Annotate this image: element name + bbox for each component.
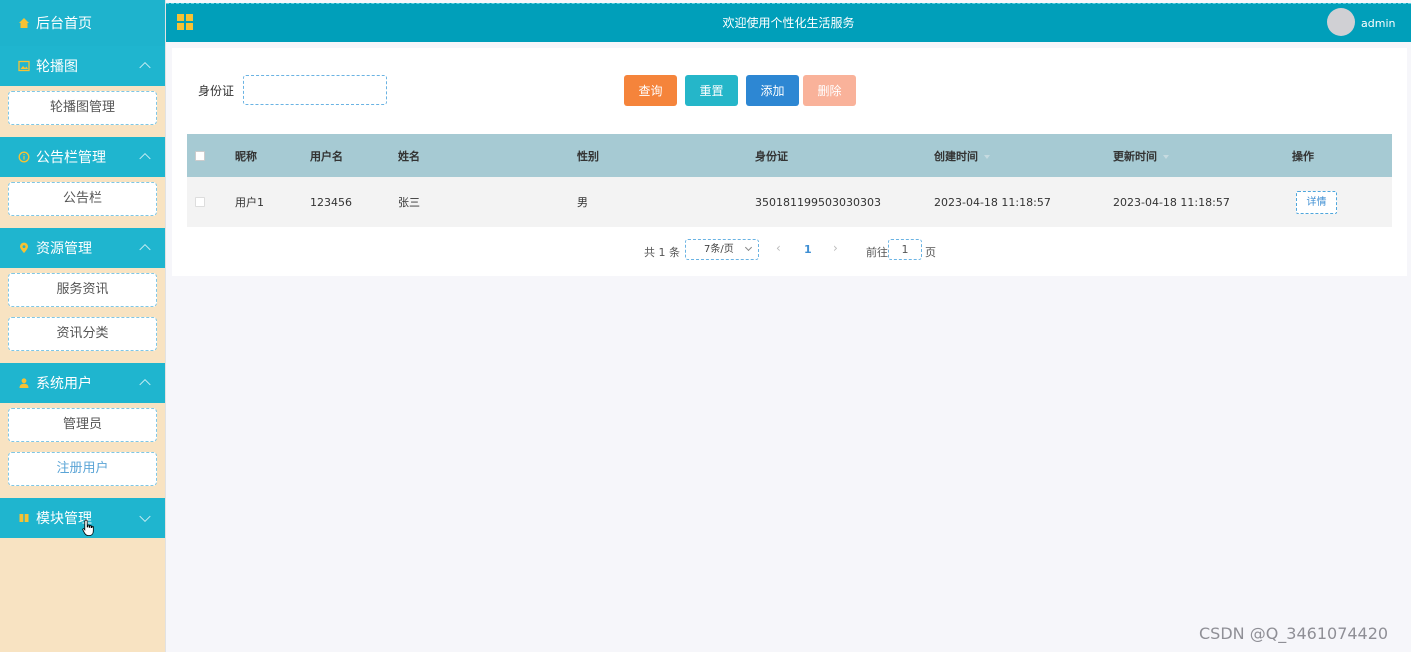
- sidebar-item-notice[interactable]: 公告栏: [8, 182, 157, 216]
- sidebar-submenu: 公告栏: [0, 177, 165, 228]
- sidebar-group-notice[interactable]: 公告栏管理: [0, 137, 165, 177]
- idcard-search-label: 身份证: [198, 84, 235, 98]
- page-size-select[interactable]: 7条/页: [685, 239, 759, 260]
- sidebar-submenu: 服务资讯 资讯分类: [0, 268, 165, 363]
- goto-page-input[interactable]: 1: [888, 239, 922, 260]
- select-all-checkbox[interactable]: [195, 150, 205, 161]
- sidebar-group-banner[interactable]: 轮播图: [0, 46, 165, 86]
- pagination-total: 共 1 条: [644, 246, 680, 259]
- column-header-created[interactable]: 创建时间: [934, 148, 990, 164]
- add-button[interactable]: 添加: [746, 75, 799, 106]
- sidebar-item-label: 后台首页: [36, 16, 92, 32]
- prev-page-icon[interactable]: ‹: [776, 241, 781, 255]
- column-header: 用户名: [310, 149, 343, 163]
- sort-icon[interactable]: [1163, 154, 1169, 159]
- home-icon: [19, 18, 29, 28]
- page-unit-label: 页: [925, 246, 936, 259]
- chevron-up-icon: [139, 243, 151, 256]
- reset-button[interactable]: 重置: [685, 75, 738, 106]
- table-row: 用户1 123456 张三 男 350181199503030303 2023-…: [187, 177, 1392, 227]
- table-header: 昵称 用户名 姓名 性别 身份证 创建时间 更新时间 操作: [187, 134, 1392, 177]
- sidebar-group-label: 公告栏管理: [36, 150, 106, 166]
- idcard-search-input[interactable]: [243, 75, 387, 105]
- cell-gender: 男: [577, 196, 588, 209]
- sidebar-group-system-user[interactable]: 系统用户: [0, 363, 165, 403]
- sidebar-item-service-news[interactable]: 服务资讯: [8, 273, 157, 307]
- content-panel: 身份证 查询 重置 添加 删除 昵称 用户名 姓名 性别 身份证 创建时间 更新…: [172, 48, 1407, 276]
- watermark: CSDN @Q_3461074420: [1199, 624, 1389, 643]
- row-checkbox[interactable]: [195, 197, 205, 207]
- sidebar-item-home[interactable]: 后台首页: [0, 0, 165, 46]
- cell-username: 123456: [310, 195, 352, 209]
- header-title: 欢迎使用个性化生活服务: [722, 16, 855, 30]
- cell-name: 张三: [398, 196, 420, 209]
- sort-icon[interactable]: [984, 154, 990, 159]
- avatar[interactable]: [1327, 8, 1355, 36]
- sidebar-item-news-category[interactable]: 资讯分类: [8, 317, 157, 351]
- column-header: 姓名: [398, 149, 420, 163]
- query-button[interactable]: 查询: [624, 75, 677, 106]
- module-icon: [19, 514, 29, 522]
- sidebar-item-banner-manage[interactable]: 轮播图管理: [8, 91, 157, 125]
- detail-button[interactable]: 详情: [1296, 190, 1337, 214]
- pagination: 共 1 条 7条/页 ‹ 1 › 前往 1 页: [172, 239, 1407, 263]
- sidebar-group-label: 轮播图: [36, 59, 78, 75]
- hand-cursor-icon: [82, 519, 94, 536]
- chevron-up-icon: [139, 152, 151, 165]
- cell-nickname: 用户1: [235, 196, 264, 209]
- next-page-icon[interactable]: ›: [833, 241, 838, 255]
- sidebar-item-registered-users[interactable]: 注册用户: [8, 452, 157, 486]
- info-icon: [18, 151, 30, 163]
- cell-idcard: 350181199503030303: [755, 195, 881, 209]
- column-header-updated[interactable]: 更新时间: [1113, 148, 1169, 164]
- chevron-down-icon: [744, 243, 753, 252]
- column-header: 性别: [577, 149, 599, 163]
- column-header: 身份证: [755, 149, 788, 163]
- image-icon: [18, 60, 30, 72]
- users-table: 昵称 用户名 姓名 性别 身份证 创建时间 更新时间 操作 用户1 123456…: [187, 134, 1392, 227]
- column-header: 操作: [1292, 149, 1314, 163]
- sidebar-submenu: 轮播图管理: [0, 86, 165, 137]
- delete-button[interactable]: 删除: [803, 75, 856, 106]
- sidebar-group-resource[interactable]: 资源管理: [0, 228, 165, 268]
- sidebar: 后台首页 轮播图 轮播图管理 公告栏管理 公告栏 资源管理 服务资讯 资讯分类 …: [0, 0, 166, 652]
- column-header: 昵称: [235, 149, 257, 163]
- goto-label: 前往: [866, 246, 888, 259]
- page-size-value: 7条/页: [704, 244, 734, 255]
- column-header-label: 更新时间: [1113, 149, 1157, 163]
- sidebar-submenu: 管理员 注册用户: [0, 403, 165, 498]
- sidebar-group-label: 资源管理: [36, 241, 92, 257]
- cell-created: 2023-04-18 11:18:57: [934, 195, 1051, 209]
- user-icon: [19, 378, 29, 388]
- chevron-down-icon: [139, 510, 151, 523]
- page-number-current[interactable]: 1: [804, 243, 812, 256]
- chevron-up-icon: [139, 378, 151, 391]
- sidebar-item-admin[interactable]: 管理员: [8, 408, 157, 442]
- sidebar-group-label: 系统用户: [36, 376, 92, 392]
- header-username[interactable]: admin: [1361, 4, 1395, 44]
- top-header: 欢迎使用个性化生活服务 admin: [166, 3, 1411, 42]
- chevron-up-icon: [139, 61, 151, 74]
- cell-updated: 2023-04-18 11:18:57: [1113, 195, 1230, 209]
- location-pin-icon: [20, 242, 28, 253]
- column-header-label: 创建时间: [934, 149, 978, 163]
